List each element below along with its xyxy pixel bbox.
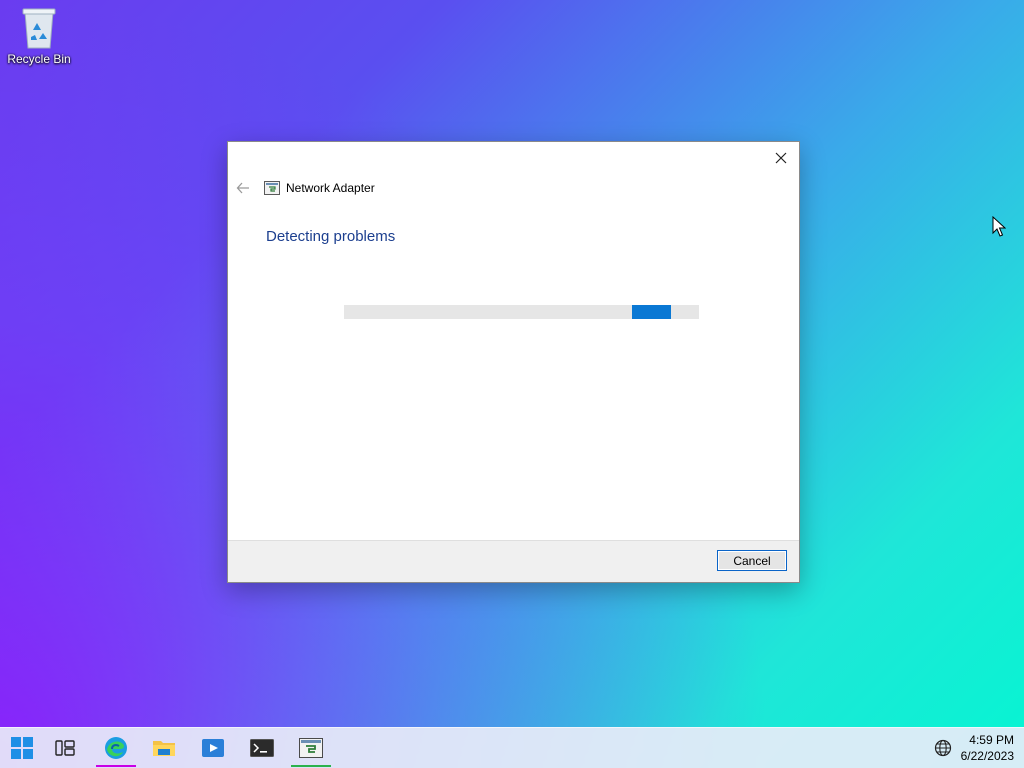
terminal-icon xyxy=(250,739,274,757)
folder-icon xyxy=(153,741,175,756)
page-heading: Detecting problems xyxy=(266,228,396,245)
system-clock[interactable]: 4:59 PM 6/22/2023 xyxy=(961,732,1014,764)
file-explorer-button[interactable] xyxy=(142,728,186,768)
back-arrow-icon[interactable] xyxy=(236,181,250,195)
cancel-button[interactable]: Cancel xyxy=(717,550,787,571)
clock-time: 4:59 PM xyxy=(969,733,1014,747)
progress-marquee-chunk xyxy=(632,305,671,319)
task-view-icon xyxy=(55,740,75,756)
progress-bar xyxy=(344,305,699,319)
taskbar: 4:59 PM 6/22/2023 xyxy=(0,727,1024,768)
start-button[interactable] xyxy=(0,728,44,768)
desktop-icon-label: Recycle Bin xyxy=(7,52,71,66)
recycle-bin-icon xyxy=(22,8,56,49)
troubleshooter-icon xyxy=(299,738,323,758)
troubleshooter-dialog: Network Adapter Detecting problems Cance… xyxy=(227,141,800,583)
mouse-cursor-icon xyxy=(992,216,1006,237)
terminal-button[interactable] xyxy=(240,728,284,768)
dialog-nav-row: Network Adapter xyxy=(236,179,375,197)
windows-start-icon xyxy=(11,737,33,759)
edge-button[interactable] xyxy=(94,728,138,768)
clock-date: 6/22/2023 xyxy=(960,749,1014,763)
dialog-title: Network Adapter xyxy=(286,181,375,195)
edge-icon xyxy=(105,737,127,759)
desktop-icon-recycle-bin[interactable]: Recycle Bin xyxy=(4,6,74,76)
media-player-button[interactable] xyxy=(191,728,235,768)
close-button[interactable] xyxy=(769,146,793,170)
media-player-icon xyxy=(202,739,224,757)
troubleshooter-icon xyxy=(264,181,280,195)
close-icon xyxy=(775,152,787,164)
dialog-footer: Cancel xyxy=(228,540,799,582)
edge-indicator xyxy=(96,765,136,767)
task-view-button[interactable] xyxy=(43,728,87,768)
active-app-indicator xyxy=(291,765,331,767)
globe-icon[interactable] xyxy=(934,739,952,757)
troubleshooter-taskbar-button[interactable] xyxy=(289,728,333,768)
